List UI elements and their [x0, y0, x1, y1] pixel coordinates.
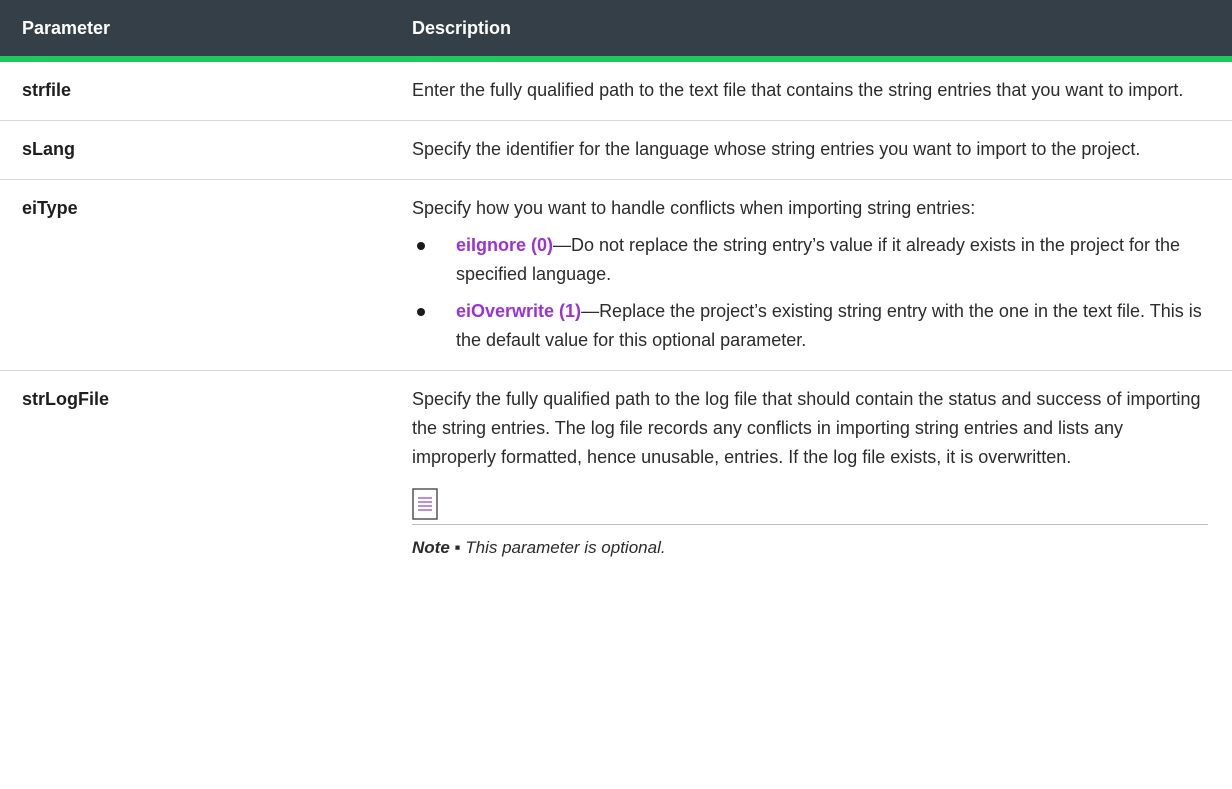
option-list: eiIgnore (0)—Do not replace the string e…: [412, 231, 1208, 355]
table-row: strLogFile Specify the fully qualified p…: [0, 371, 1232, 578]
description-text: Enter the fully qualified path to the te…: [412, 80, 1184, 100]
parameter-description: Enter the fully qualified path to the te…: [396, 59, 1232, 121]
description-text: Specify the fully qualified path to the …: [412, 389, 1201, 467]
parameter-name: eiType: [0, 179, 396, 371]
option-text: —Do not replace the string entry’s value…: [456, 235, 1180, 284]
parameter-name: strLogFile: [22, 389, 110, 409]
description-text: Specify the identifier for the language …: [412, 139, 1141, 159]
option-item: eiIgnore (0)—Do not replace the string e…: [412, 231, 1208, 289]
parameter-name: sLang: [0, 120, 396, 180]
parameter-description: Specify how you want to handle conflicts…: [396, 179, 1232, 371]
table-row: sLang Specify the identifier for the lan…: [0, 120, 1232, 180]
parameter-description: Specify the fully qualified path to the …: [396, 371, 1232, 578]
note-label: Note ▪: [412, 538, 466, 557]
option-item: eiOverwrite (1)—Replace the project’s ex…: [412, 297, 1208, 355]
column-header-parameter: Parameter: [0, 0, 396, 62]
parameter-table: Parameter Description strfile Enter the …: [0, 0, 1232, 577]
bullet-icon: [417, 242, 425, 250]
note-text: This parameter is optional.: [465, 538, 666, 557]
table-row: strfile Enter the fully qualified path t…: [0, 59, 1232, 121]
option-link-eiignore[interactable]: eiIgnore (0): [456, 235, 553, 255]
description-text: Specify how you want to handle conflicts…: [412, 198, 976, 218]
parameter-name: strfile: [0, 59, 396, 121]
bullet-icon: [417, 308, 425, 316]
table-row: eiType Specify how you want to handle co…: [0, 179, 1232, 371]
column-header-description: Description: [396, 0, 1232, 62]
note: Note ▪ This parameter is optional.: [412, 533, 1208, 562]
note-divider: [412, 524, 1208, 525]
option-link-eioverwrite[interactable]: eiOverwrite (1): [456, 301, 581, 321]
table-header-row: Parameter Description: [0, 0, 1232, 62]
parameter-description: Specify the identifier for the language …: [396, 120, 1232, 180]
note-icon: [412, 488, 438, 520]
